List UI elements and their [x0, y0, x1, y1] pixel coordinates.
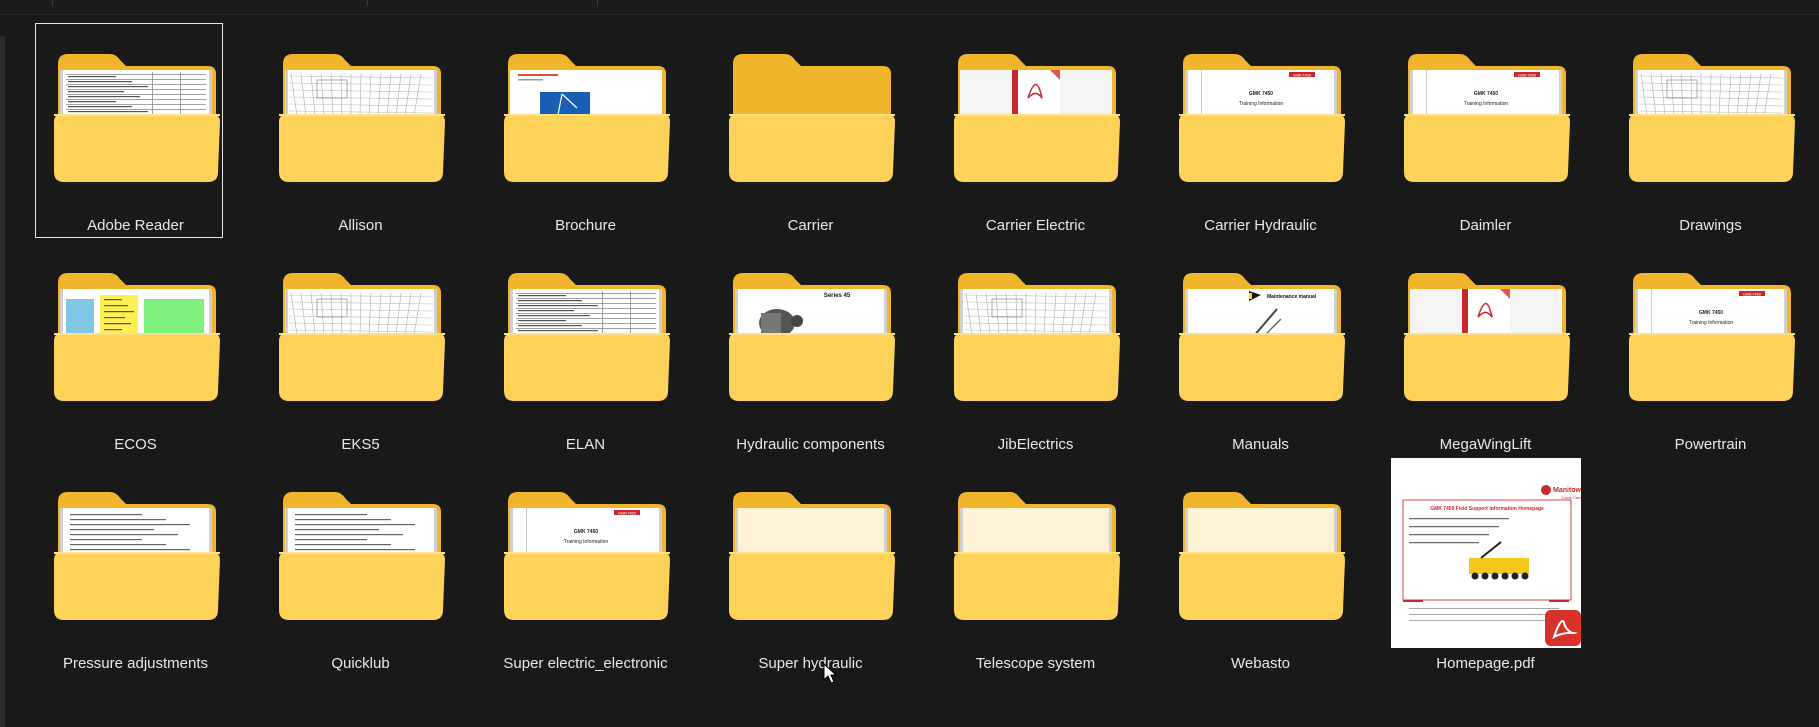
- folder-item[interactable]: Allison: [258, 20, 483, 239]
- folder-item[interactable]: Drawings: [1608, 20, 1819, 239]
- folder-icon: [954, 492, 1120, 620]
- item-label: Drawings: [1679, 217, 1742, 234]
- svg-text:GMK7450: GMK7450: [1743, 292, 1762, 297]
- folder-icon: [729, 54, 895, 182]
- svg-text:GMK7450: GMK7450: [1518, 73, 1537, 78]
- folder-item[interactable]: Super hydraulic: [708, 458, 933, 677]
- folder-icon: [954, 54, 1120, 182]
- window-toolbar: [0, 0, 1819, 15]
- folder-icon: [1629, 54, 1795, 182]
- folder-icon: [54, 492, 220, 620]
- item-label: Brochure: [555, 217, 616, 234]
- folder-item[interactable]: Maintenance manual Manuals: [1158, 239, 1383, 458]
- item-label: Pressure adjustments: [62, 655, 209, 672]
- mouse-cursor-icon: [823, 663, 837, 684]
- folder-item[interactable]: JibElectrics: [933, 239, 1158, 458]
- svg-text:GMK 7450: GMK 7450: [1249, 91, 1273, 97]
- folder-item[interactable]: Carrier: [708, 20, 933, 239]
- folder-icon: [279, 54, 445, 182]
- folder-item[interactable]: Adobe Reader: [33, 20, 258, 239]
- folder-icon: GMK7450 GMK 7450 Training Information: [1629, 273, 1795, 401]
- svg-text:GMK7450: GMK7450: [618, 511, 637, 516]
- svg-text:Maintenance manual: Maintenance manual: [1267, 294, 1317, 300]
- folder-item[interactable]: GMK7450 GMK 7450 Training Information Super…: [483, 458, 708, 677]
- item-label: Super hydraulic: [758, 655, 863, 672]
- item-label: MegaWingLift: [1439, 436, 1532, 453]
- item-label: Telescope system: [975, 655, 1096, 672]
- folder-item[interactable]: ELAN: [483, 239, 708, 458]
- adobe-pdf-icon: [1545, 610, 1581, 646]
- item-label: Carrier Hydraulic: [1204, 217, 1317, 234]
- folder-item[interactable]: Telescope system: [933, 458, 1158, 677]
- folder-icon: [954, 273, 1120, 401]
- folder-icon: [279, 273, 445, 401]
- item-label: Powertrain: [1674, 436, 1747, 453]
- folder-item[interactable]: Quicklub: [258, 458, 483, 677]
- item-label: Manuals: [1232, 436, 1289, 453]
- folder-item[interactable]: Brochure: [483, 20, 708, 239]
- svg-text:GMK 7450: GMK 7450: [1699, 310, 1723, 316]
- svg-text:Training Information: Training Information: [1239, 101, 1283, 107]
- item-label: ELAN: [565, 436, 606, 453]
- folder-icon: GMK7450 GMK 7450 Training Information: [1404, 54, 1570, 182]
- folder-item[interactable]: Carrier Electric: [933, 20, 1158, 239]
- file-grid: Adobe Reader Allison Brochure Carrier Carrie…: [33, 20, 1819, 677]
- item-label: Carrier: [787, 217, 834, 234]
- item-label: JibElectrics: [997, 436, 1074, 453]
- svg-text:Training Information: Training Information: [1689, 320, 1733, 326]
- folder-icon: [729, 492, 895, 620]
- item-label: Daimler: [1459, 217, 1512, 234]
- folder-item[interactable]: MegaWingLift: [1383, 239, 1608, 458]
- folder-icon: [504, 54, 670, 182]
- svg-text:Series 45: Series 45: [824, 293, 851, 299]
- item-label: Allison: [338, 217, 383, 234]
- folder-icon: [1404, 273, 1570, 401]
- folder-icon: GMK7450 GMK 7450 Training Information: [1179, 54, 1345, 182]
- folder-item[interactable]: ECOS: [33, 239, 258, 458]
- folder-item[interactable]: Webasto: [1158, 458, 1383, 677]
- toolbar-separator: [367, 0, 368, 6]
- folder-item[interactable]: EKS5: [258, 239, 483, 458]
- item-label: Homepage.pdf: [1436, 655, 1535, 672]
- item-label: Super electric_electronic: [503, 655, 668, 672]
- folder-item[interactable]: Series 45 Hydraulic components: [708, 239, 933, 458]
- folder-icon: GMK7450 GMK 7450 Training Information: [504, 492, 670, 620]
- svg-text:Training Information: Training Information: [564, 539, 608, 545]
- folder-item[interactable]: GMK7450 GMK 7450 Training Information Power…: [1608, 239, 1819, 458]
- folder-icon: [504, 273, 670, 401]
- item-label: ECOS: [114, 436, 157, 453]
- svg-text:GMK 7450: GMK 7450: [1474, 91, 1498, 97]
- folder-icon: Maintenance manual: [1179, 273, 1345, 401]
- folder-item[interactable]: Pressure adjustments: [33, 458, 258, 677]
- folder-icon: Series 45: [729, 273, 895, 401]
- file-item[interactable]: ManitowocCrane Care GMK 7450 Field Suppor…: [1383, 458, 1608, 677]
- svg-text:Training Information: Training Information: [1464, 101, 1508, 107]
- svg-text:GMK 7450 Field Support Informa: GMK 7450 Field Support Information Homep…: [1430, 506, 1544, 512]
- item-label: Hydraulic components: [736, 436, 885, 453]
- folder-item[interactable]: GMK7450 GMK 7450 Training Information Carri…: [1158, 20, 1383, 239]
- item-label: EKS5: [341, 436, 380, 453]
- svg-text:GMK7450: GMK7450: [1293, 73, 1312, 78]
- folder-icon: [54, 273, 220, 401]
- item-label: Webasto: [1231, 655, 1290, 672]
- toolbar-separator: [597, 0, 598, 6]
- item-label: Quicklub: [331, 655, 390, 672]
- folder-item[interactable]: GMK7450 GMK 7450 Training Information Daiml…: [1383, 20, 1608, 239]
- folder-icon: [54, 54, 220, 182]
- svg-text:Crane Care: Crane Care: [1561, 495, 1581, 500]
- svg-text:GMK 7450: GMK 7450: [574, 529, 598, 535]
- toolbar-separator: [52, 0, 53, 6]
- folder-icon: [279, 492, 445, 620]
- item-label: Adobe Reader: [87, 217, 184, 234]
- svg-text:Manitowoc: Manitowoc: [1553, 487, 1581, 494]
- folder-icon: [1179, 492, 1345, 620]
- navigation-pane-edge[interactable]: [0, 36, 5, 727]
- item-label: Carrier Electric: [985, 217, 1086, 234]
